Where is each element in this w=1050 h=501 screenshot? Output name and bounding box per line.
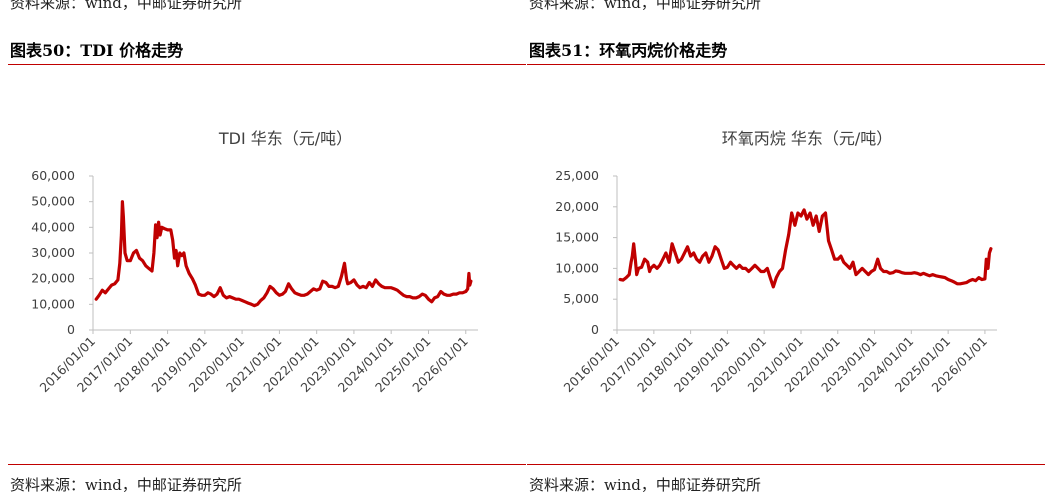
bottom-rule bbox=[8, 464, 526, 465]
right-figure-panel: 资料来源：wind，中邮证券研究所 图表51：环氧丙烷价格走势 环氧丙烷 华东（… bbox=[527, 0, 1045, 501]
y-tick-label: 50,000 bbox=[31, 194, 75, 209]
source-note: 资料来源：wind，中邮证券研究所 bbox=[529, 476, 761, 494]
y-tick-label: 15,000 bbox=[555, 230, 599, 245]
y-tick-label: 10,000 bbox=[31, 296, 75, 311]
left-figure-panel: 资料来源：wind，中邮证券研究所 图表50：TDI 价格走势 TDI 华东（元… bbox=[8, 0, 526, 501]
bottom-rule bbox=[527, 464, 1045, 465]
y-tick-label: 20,000 bbox=[31, 271, 75, 286]
price-series-line bbox=[618, 208, 993, 289]
figure-title-bar: 图表50：TDI 价格走势 bbox=[8, 36, 526, 65]
y-tick-label: 60,000 bbox=[31, 168, 75, 183]
y-tick-label: 5,000 bbox=[563, 291, 599, 306]
propylene-oxide-chart-svg: 环氧丙烷 华东（元/吨） 0 5,000 10,000 15,000 20,000 25,0… bbox=[555, 129, 997, 395]
chart-title: TDI 华东（元/吨） bbox=[218, 129, 352, 148]
chart-title: 环氧丙烷 华东（元/吨） bbox=[722, 129, 892, 148]
tdi-price-chart: TDI 华东（元/吨） 0 10,000 20,000 30,000 40,000 50,0… bbox=[8, 110, 526, 450]
y-tick-label: 40,000 bbox=[31, 219, 75, 234]
y-tick-label: 0 bbox=[591, 322, 599, 337]
figure-title-bar: 图表51：环氧丙烷价格走势 bbox=[527, 36, 1045, 65]
price-series-line bbox=[94, 200, 473, 308]
propylene-oxide-price-chart: 环氧丙烷 华东（元/吨） 0 5,000 10,000 15,000 20,000 25,0… bbox=[527, 110, 1045, 450]
source-note: 资料来源：wind，中邮证券研究所 bbox=[10, 476, 242, 494]
y-tick-label: 25,000 bbox=[555, 168, 599, 183]
figure-title: 图表51：环氧丙烷价格走势 bbox=[529, 41, 728, 60]
tdi-chart-svg: TDI 华东（元/吨） 0 10,000 20,000 30,000 40,000 50,0… bbox=[31, 129, 478, 395]
top-source-note: 资料来源：wind，中邮证券研究所 bbox=[529, 0, 761, 12]
y-tick-label: 10,000 bbox=[555, 260, 599, 275]
figure-title: 图表50：TDI 价格走势 bbox=[10, 41, 184, 60]
y-tick-label: 30,000 bbox=[31, 245, 75, 260]
top-source-note: 资料来源：wind，中邮证券研究所 bbox=[10, 0, 242, 12]
y-tick-label: 20,000 bbox=[555, 199, 599, 214]
y-tick-label: 0 bbox=[67, 322, 75, 337]
